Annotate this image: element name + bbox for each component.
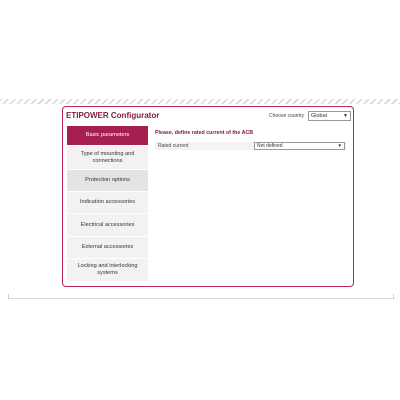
bottom-divider — [8, 298, 394, 299]
chevron-down-icon: ▼ — [337, 143, 342, 148]
decorative-hatched-band — [0, 99, 400, 104]
app-title: ETIPOWER Configurator — [66, 111, 160, 120]
sidebar-item-label: Protection options — [85, 177, 130, 183]
country-select-value: Global — [311, 113, 327, 119]
country-label: Choose country — [269, 113, 305, 119]
sidebar-item-mounting-connections[interactable]: Type of mounting and connections — [67, 146, 148, 170]
sidebar-item-label: Locking and interlocking systems — [77, 263, 138, 276]
right-tick — [393, 294, 394, 299]
sidebar: Basic parameters Type of mounting and co… — [67, 126, 148, 282]
chevron-down-icon: ▼ — [343, 113, 348, 119]
country-select[interactable]: Global ▼ — [308, 111, 351, 121]
sidebar-item-indication-accessories[interactable]: Indication accessories — [67, 192, 148, 214]
sidebar-item-protection-options[interactable]: Protection options — [67, 170, 148, 192]
sidebar-item-label: Indication accessories — [79, 199, 136, 205]
section-prompt: Please, define rated current of the ACB — [155, 130, 254, 136]
sidebar-item-label: Basic parameters — [85, 132, 130, 138]
sidebar-item-electrical-accessories[interactable]: Electrical accessories — [67, 214, 148, 237]
sidebar-item-label: Type of mounting and connections — [80, 150, 135, 164]
sidebar-item-external-accessories[interactable]: External accessories — [67, 237, 148, 259]
sidebar-item-basic-parameters[interactable]: Basic parameters — [67, 126, 148, 146]
rated-current-value: Not defined — [257, 143, 283, 149]
rated-current-select[interactable]: Not defined ▼ — [254, 142, 345, 150]
sidebar-item-label: External accessories — [81, 244, 134, 250]
sidebar-item-label: Electrical accessories — [80, 221, 135, 228]
rated-current-label: Rated current — [158, 143, 189, 149]
sidebar-item-locking-interlocking[interactable]: Locking and interlocking systems — [67, 259, 148, 282]
left-tick — [8, 294, 9, 299]
